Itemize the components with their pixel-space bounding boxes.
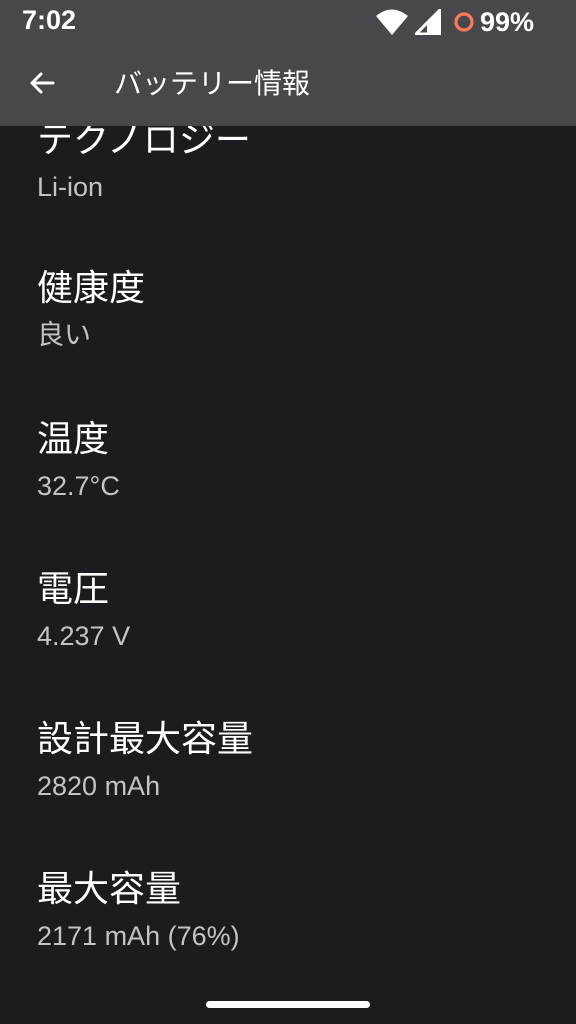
back-button[interactable] [20, 61, 64, 105]
page-title: バッテリー情報 [114, 67, 311, 100]
gesture-navigation-handle[interactable] [206, 1001, 370, 1008]
item-value: 2171 mAh (76%) [37, 921, 240, 951]
item-value: Li-ion [37, 172, 104, 202]
item-value: 2820 mAh [37, 771, 161, 801]
info-item-voltage: 電圧 4.237 V [37, 568, 537, 654]
wifi-icon [375, 8, 409, 36]
status-time: 7:02 [22, 5, 77, 35]
battery-percent: 99% [479, 6, 534, 37]
item-title: 温度 [37, 419, 110, 460]
app-bar: バッテリー情報 [0, 44, 576, 126]
item-value: 良い [37, 320, 91, 350]
item-value: 32.7°C [37, 471, 120, 501]
status-icons: 99% [375, 6, 534, 38]
item-title: 設計最大容量 [37, 719, 254, 760]
item-title: 健康度 [37, 268, 146, 309]
info-item-technology: テクノロジー Li-ion [37, 126, 537, 205]
item-title: 最大容量 [37, 869, 182, 910]
battery-info-list[interactable]: テクノロジー Li-ion 健康度 良い 温度 32.7°C 電圧 4.237 … [0, 126, 576, 996]
item-value: 4.237 V [37, 621, 131, 651]
info-item-health: 健康度 良い [37, 267, 537, 353]
info-item-temperature: 温度 32.7°C [37, 418, 537, 504]
arrow-back-icon [30, 72, 55, 94]
signal-icon [414, 9, 441, 35]
item-title: 電圧 [37, 569, 110, 610]
info-item-max-capacity: 最大容量 2171 mAh (76%) [37, 868, 537, 954]
item-title: テクノロジー [37, 126, 251, 161]
status-bar: 7:02 99% [0, 0, 576, 44]
battery-saver-ring-icon [453, 11, 475, 33]
info-item-design-capacity: 設計最大容量 2820 mAh [37, 718, 537, 804]
